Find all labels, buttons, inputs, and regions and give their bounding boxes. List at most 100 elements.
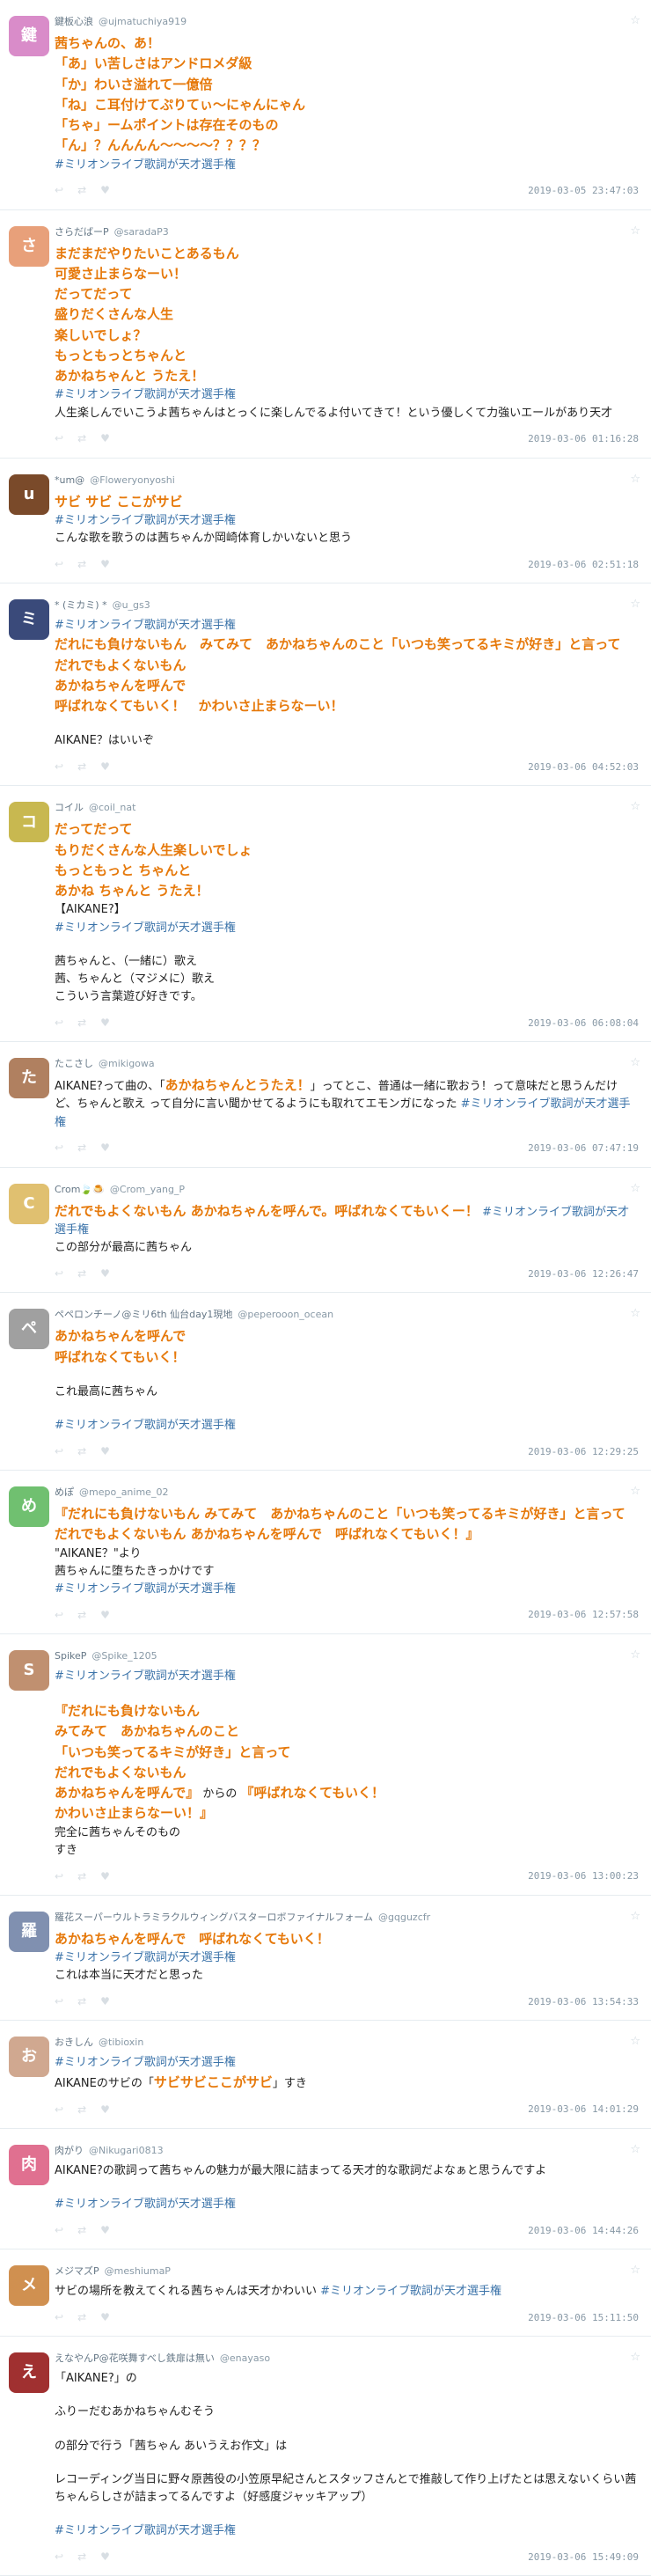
user-name[interactable]: メジマズP <box>55 2264 99 2279</box>
avatar[interactable]: u <box>9 473 49 515</box>
reply-icon[interactable]: ↩ <box>55 2222 63 2239</box>
favorite-star-icon[interactable]: ☆ <box>630 1483 640 1501</box>
avatar[interactable]: 鍵 <box>9 16 49 56</box>
hashtag-link[interactable]: #ミリオンライブ歌詞が天才選手権 <box>55 1668 639 1685</box>
tweet-timestamp[interactable]: 2019-03-06 02:51:18 <box>528 557 639 572</box>
user-name[interactable]: めぽ <box>55 1485 74 1500</box>
retweet-icon[interactable]: ⇄ <box>77 182 86 199</box>
user-handle[interactable]: @mikigowa <box>99 1056 155 1071</box>
like-icon[interactable]: ♥ <box>100 1015 110 1031</box>
retweet-icon[interactable]: ⇄ <box>77 1266 86 1282</box>
reply-icon[interactable]: ↩ <box>55 182 63 199</box>
favorite-star-icon[interactable]: ☆ <box>630 12 640 30</box>
avatar[interactable]: C <box>9 1183 49 1224</box>
user-handle[interactable]: @enayaso <box>220 2351 270 2366</box>
reply-icon[interactable]: ↩ <box>55 2102 63 2118</box>
hashtag-link[interactable]: #ミリオンライブ歌詞が天才選手権 <box>55 617 639 635</box>
user-handle[interactable]: @meshiumaP <box>105 2264 171 2279</box>
tweet-timestamp[interactable]: 2019-03-06 06:08:04 <box>528 1016 639 1031</box>
user-name[interactable]: SpikeP <box>55 1648 86 1663</box>
avatar[interactable]: メ <box>9 2265 49 2307</box>
hashtag-link[interactable]: #ミリオンライブ歌詞が天才選手権 <box>320 2285 501 2298</box>
favorite-star-icon[interactable]: ☆ <box>630 2141 640 2159</box>
user-handle[interactable]: @coil_nat <box>89 800 135 815</box>
retweet-icon[interactable]: ⇄ <box>77 1993 86 2010</box>
user-name[interactable]: Crom🍃🍮 <box>55 1182 105 1197</box>
user-handle[interactable]: @peperooon_ocean <box>238 1307 333 1322</box>
favorite-star-icon[interactable]: ☆ <box>630 596 640 613</box>
avatar[interactable]: コ <box>9 802 49 843</box>
favorite-star-icon[interactable]: ☆ <box>630 1647 640 1664</box>
avatar[interactable]: 羅 <box>9 1911 49 1952</box>
reply-icon[interactable]: ↩ <box>55 1140 63 1156</box>
user-name[interactable]: *um@ <box>55 473 84 488</box>
user-name[interactable]: たこさし <box>55 1056 93 1071</box>
retweet-icon[interactable]: ⇄ <box>77 2102 86 2118</box>
favorite-star-icon[interactable]: ☆ <box>630 1305 640 1323</box>
tweet-timestamp[interactable]: 2019-03-06 12:26:47 <box>528 1266 639 1281</box>
reply-icon[interactable]: ↩ <box>55 1607 63 1624</box>
avatar[interactable]: お <box>9 2037 49 2078</box>
hashtag-link[interactable]: #ミリオンライブ歌詞が天才選手権 <box>55 386 639 404</box>
retweet-icon[interactable]: ⇄ <box>77 1015 86 1031</box>
favorite-star-icon[interactable]: ☆ <box>630 223 640 240</box>
like-icon[interactable]: ♥ <box>100 2102 110 2118</box>
user-handle[interactable]: @Nikugari0813 <box>89 2143 164 2158</box>
like-icon[interactable]: ♥ <box>100 1140 110 1156</box>
user-name[interactable]: 鍵板心浪 <box>55 14 93 29</box>
user-name[interactable]: さらだばーP <box>55 224 109 239</box>
retweet-icon[interactable]: ⇄ <box>77 1607 86 1624</box>
reply-icon[interactable]: ↩ <box>55 1443 63 1460</box>
avatar[interactable]: ミ <box>9 599 49 641</box>
user-name[interactable]: 肉がり <box>55 2143 84 2158</box>
user-handle[interactable]: @saradaP3 <box>114 224 169 239</box>
reply-icon[interactable]: ↩ <box>55 430 63 447</box>
user-handle[interactable]: @ujmatuchiya919 <box>99 14 187 29</box>
hashtag-link[interactable]: #ミリオンライブ歌詞が天才選手権 <box>55 920 639 937</box>
reply-icon[interactable]: ↩ <box>55 1015 63 1031</box>
retweet-icon[interactable]: ⇄ <box>77 1140 86 1156</box>
favorite-star-icon[interactable]: ☆ <box>630 1180 640 1198</box>
reply-icon[interactable]: ↩ <box>55 2549 63 2565</box>
tweet-timestamp[interactable]: 2019-03-06 07:47:19 <box>528 1141 639 1156</box>
favorite-star-icon[interactable]: ☆ <box>630 471 640 488</box>
retweet-icon[interactable]: ⇄ <box>77 2309 86 2326</box>
tweet-timestamp[interactable]: 2019-03-06 15:49:09 <box>528 2550 639 2565</box>
user-handle[interactable]: @Floweryonyoshi <box>90 473 175 488</box>
avatar[interactable]: ペ <box>9 1309 49 1350</box>
retweet-icon[interactable]: ⇄ <box>77 1868 86 1885</box>
tweet-timestamp[interactable]: 2019-03-06 04:52:03 <box>528 760 639 774</box>
reply-icon[interactable]: ↩ <box>55 1993 63 2010</box>
like-icon[interactable]: ♥ <box>100 1266 110 1282</box>
hashtag-link[interactable]: #ミリオンライブ歌詞が天才選手権 <box>55 1417 639 1435</box>
retweet-icon[interactable]: ⇄ <box>77 759 86 775</box>
avatar[interactable]: め <box>9 1486 49 1528</box>
hashtag-link[interactable]: #ミリオンライブ歌詞が天才選手権 <box>55 157 639 174</box>
avatar[interactable]: さ <box>9 225 49 267</box>
retweet-icon[interactable]: ⇄ <box>77 556 86 573</box>
tweet-timestamp[interactable]: 2019-03-06 12:57:58 <box>528 1607 639 1622</box>
user-name[interactable]: ペペロンチーノ@ミリ6th 仙台day1現地 <box>55 1307 232 1322</box>
favorite-star-icon[interactable]: ☆ <box>630 1054 640 1072</box>
user-name[interactable]: 羅花スーパーウルトラミラクルウィングバスターロボファイナルフォーム <box>55 1910 373 1925</box>
tweet-timestamp[interactable]: 2019-03-05 23:47:03 <box>528 183 639 198</box>
retweet-icon[interactable]: ⇄ <box>77 2549 86 2565</box>
favorite-star-icon[interactable]: ☆ <box>630 798 640 816</box>
tweet-timestamp[interactable]: 2019-03-06 14:01:29 <box>528 2102 639 2117</box>
like-icon[interactable]: ♥ <box>100 556 110 573</box>
hashtag-link[interactable]: #ミリオンライブ歌詞が天才選手権 <box>55 1581 639 1598</box>
favorite-star-icon[interactable]: ☆ <box>630 2033 640 2051</box>
like-icon[interactable]: ♥ <box>100 1443 110 1460</box>
favorite-star-icon[interactable]: ☆ <box>630 2262 640 2279</box>
user-handle[interactable]: @gqguzcfr <box>378 1910 430 1925</box>
avatar[interactable]: S <box>9 1649 49 1691</box>
tweet-timestamp[interactable]: 2019-03-06 15:11:50 <box>528 2310 639 2325</box>
retweet-icon[interactable]: ⇄ <box>77 1443 86 1460</box>
tweet-timestamp[interactable]: 2019-03-06 13:54:33 <box>528 1994 639 2009</box>
like-icon[interactable]: ♥ <box>100 2549 110 2565</box>
user-handle[interactable]: @u_gs3 <box>113 598 150 613</box>
user-name[interactable]: コイル <box>55 800 84 815</box>
like-icon[interactable]: ♥ <box>100 2222 110 2239</box>
retweet-icon[interactable]: ⇄ <box>77 430 86 447</box>
tweet-timestamp[interactable]: 2019-03-06 01:16:28 <box>528 431 639 446</box>
